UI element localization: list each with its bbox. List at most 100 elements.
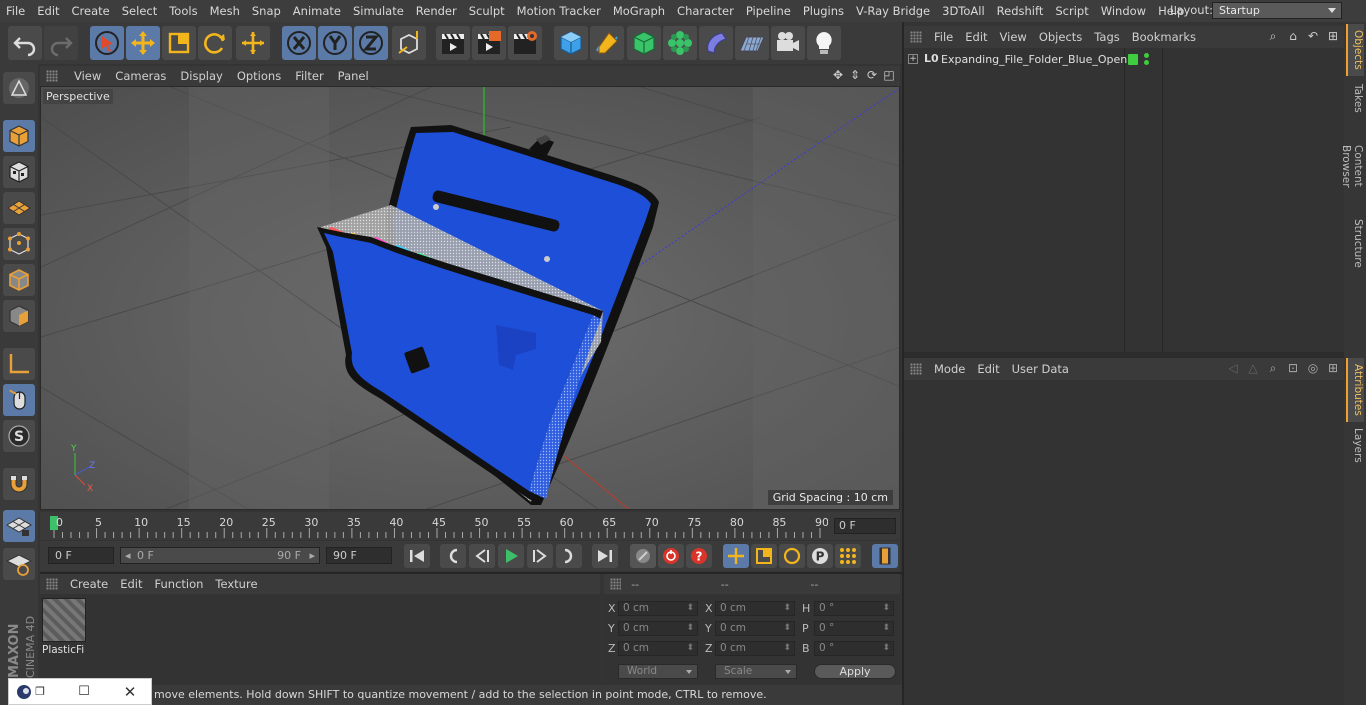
search-icon[interactable]: ⌕: [1266, 361, 1280, 376]
object-name[interactable]: Expanding_File_Folder_Blue_Open: [941, 53, 1127, 66]
model-mode-button[interactable]: [3, 120, 35, 152]
menu-edit[interactable]: Edit: [31, 4, 65, 18]
key-point-level-button[interactable]: [835, 544, 861, 568]
rotation-p-field[interactable]: 0 °: [814, 621, 894, 636]
edges-mode-button[interactable]: [3, 264, 35, 296]
attributes-menu-mode[interactable]: Mode: [932, 362, 975, 376]
current-frame-field[interactable]: 0 F: [834, 518, 896, 534]
snap-toggle-button[interactable]: [3, 468, 35, 500]
material-menu-edit[interactable]: Edit: [118, 577, 152, 591]
menu-redshift[interactable]: Redshift: [991, 4, 1050, 18]
tab-content-browser[interactable]: Content Browser: [1340, 120, 1364, 212]
layout-select[interactable]: Startup: [1212, 2, 1342, 19]
workplane-mode-button[interactable]: [3, 192, 35, 224]
tab-attributes[interactable]: Attributes: [1346, 358, 1364, 422]
camera-button[interactable]: [771, 26, 805, 60]
floor-button[interactable]: [735, 26, 769, 60]
next-keyframe-button[interactable]: [556, 544, 582, 568]
frame-ruler[interactable]: 0 5 10 15 20 25 30 35 40 45 50 55 60 65 70 75 80 85 90: [50, 514, 828, 538]
back-arrow-icon[interactable]: ◁: [1226, 361, 1240, 376]
move-tool-button[interactable]: [126, 26, 160, 60]
objects-menu-edit[interactable]: Edit: [963, 30, 997, 44]
size-z-field[interactable]: 0 cm: [715, 641, 795, 656]
apply-button[interactable]: Apply: [814, 664, 896, 679]
material-name[interactable]: PlasticFi: [42, 644, 88, 656]
menu-snap[interactable]: Snap: [246, 4, 287, 18]
size-y-field[interactable]: 0 cm: [715, 621, 795, 636]
menu-mesh[interactable]: Mesh: [204, 4, 246, 18]
menu-create[interactable]: Create: [66, 4, 116, 18]
visibility-dots-icon[interactable]: [1144, 53, 1150, 67]
timeline-ruler[interactable]: 0 5 10 15 20 25 30 35 40 45 50 55 60 65 70 75 80 85 90 0 F: [40, 512, 900, 540]
object-row[interactable]: + L0 Expanding_File_Folder_Blue_Open: [904, 51, 1344, 69]
go-to-start-button[interactable]: [404, 544, 430, 568]
menu-mograph[interactable]: MoGraph: [607, 4, 671, 18]
position-y-field[interactable]: 0 cm: [618, 621, 698, 636]
objects-menu-tags[interactable]: Tags: [1092, 30, 1129, 44]
subdivision-surface-button[interactable]: [627, 26, 661, 60]
render-view-button[interactable]: [436, 26, 470, 60]
objects-menu-bookmarks[interactable]: Bookmarks: [1130, 30, 1206, 44]
preview-range-slider[interactable]: ◂ 0 F 90 F ▸: [120, 547, 320, 564]
keyframe-selection-button[interactable]: ?: [686, 544, 712, 568]
back-icon[interactable]: ↶: [1306, 29, 1320, 44]
new-panel-icon[interactable]: ⊞: [1326, 29, 1340, 44]
undo-button[interactable]: [8, 26, 42, 60]
viewport-menu-options[interactable]: Options: [231, 69, 289, 83]
home-icon[interactable]: ⌂: [1286, 29, 1300, 44]
objects-menu-view[interactable]: View: [998, 30, 1037, 44]
menu-animate[interactable]: Animate: [287, 4, 347, 18]
play-button[interactable]: [498, 544, 524, 568]
previous-keyframe-button[interactable]: [440, 544, 466, 568]
maximize-icon[interactable]: ◰: [882, 68, 896, 82]
up-arrow-icon[interactable]: △: [1246, 361, 1260, 376]
new-panel-icon[interactable]: ⊞: [1326, 361, 1340, 376]
tab-objects[interactable]: Objects: [1346, 24, 1364, 76]
menu-window[interactable]: Window: [1095, 4, 1152, 18]
menu-character[interactable]: Character: [671, 4, 740, 18]
end-frame-field[interactable]: 90 F: [326, 547, 392, 564]
render-settings-button[interactable]: [508, 26, 542, 60]
menu-render[interactable]: Render: [410, 4, 463, 18]
next-frame-button[interactable]: [527, 544, 553, 568]
dolly-icon[interactable]: ⇕: [848, 68, 862, 82]
close-icon[interactable]: ✕: [121, 683, 139, 701]
make-editable-button[interactable]: [3, 72, 35, 104]
axis-mode-button[interactable]: [3, 348, 35, 380]
menu-plugins[interactable]: Plugins: [797, 4, 850, 18]
material-thumbnail[interactable]: [42, 598, 86, 642]
start-frame-field[interactable]: 0 F: [48, 547, 114, 564]
key-scale-button[interactable]: [751, 544, 777, 568]
snap-settings-button[interactable]: S: [3, 420, 35, 452]
key-parameter-button[interactable]: P: [807, 544, 833, 568]
viewport-menu-filter[interactable]: Filter: [289, 69, 331, 83]
key-position-button[interactable]: [723, 544, 749, 568]
viewport-menu-display[interactable]: Display: [174, 69, 230, 83]
lock-icon[interactable]: ⊡: [1286, 361, 1300, 376]
menu-3dtoall[interactable]: 3DToAll: [936, 4, 991, 18]
maximize-icon[interactable]: ☐: [75, 683, 93, 701]
tab-structure[interactable]: Structure: [1346, 214, 1364, 272]
pan-icon[interactable]: ✥: [831, 68, 845, 82]
panel-grip-icon[interactable]: [610, 578, 622, 590]
texture-mode-button[interactable]: [3, 156, 35, 188]
tab-takes[interactable]: Takes: [1346, 78, 1364, 118]
panel-grip-icon[interactable]: [46, 70, 58, 82]
render-picture-viewer-button[interactable]: [472, 26, 506, 60]
polygons-mode-button[interactable]: [3, 300, 35, 332]
rotate-tool-button[interactable]: [198, 26, 232, 60]
y-axis-button[interactable]: [318, 26, 352, 60]
live-selection-button[interactable]: [90, 26, 124, 60]
objects-menu-objects[interactable]: Objects: [1037, 30, 1092, 44]
cloner-button[interactable]: [663, 26, 697, 60]
menu-vray-bridge[interactable]: V-Ray Bridge: [850, 4, 936, 18]
material-menu-create[interactable]: Create: [68, 577, 118, 591]
size-mode-dropdown[interactable]: Scale: [715, 664, 797, 679]
x-axis-button[interactable]: [282, 26, 316, 60]
key-rotation-button[interactable]: [779, 544, 805, 568]
go-to-end-button[interactable]: [592, 544, 618, 568]
menu-simulate[interactable]: Simulate: [347, 4, 410, 18]
timeline-window-button[interactable]: [872, 544, 898, 568]
redo-button[interactable]: [44, 26, 78, 60]
menu-sculpt[interactable]: Sculpt: [463, 4, 511, 18]
